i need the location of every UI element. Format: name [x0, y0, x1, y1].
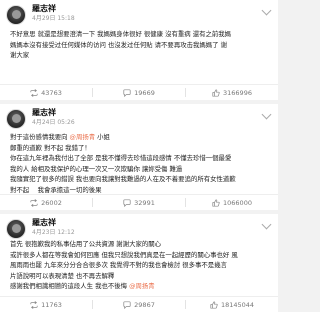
- repost-count: 11763: [41, 300, 62, 309]
- thumbs-up-icon: [210, 300, 218, 309]
- chevron-down-icon[interactable]: [261, 5, 272, 16]
- post-text: 不好意思 就還是想要澄清一下 我媽媽身体很好 很健康 沒有重病 還有之前我媽 媽…: [10, 29, 268, 71]
- post-header: 羅志祥 4月24日 05:26: [0, 104, 278, 131]
- chevron-down-icon[interactable]: [261, 109, 272, 120]
- weibo-feed: 羅志祥 4月29日 15:18 不好意思 就還是想要澄清一下 我媽媽身体很好 很…: [0, 0, 278, 312]
- like-count: 18145044: [220, 300, 255, 309]
- mention-link[interactable]: @周扬青: [129, 282, 155, 290]
- post-line: 或許很多人都在等我會如何回應 但我只想說我們真是在一起經歷的關心事也好 風: [10, 250, 238, 259]
- like-count: 1066000: [223, 198, 252, 207]
- author-name[interactable]: 羅志祥: [32, 108, 56, 118]
- post-time: 4月23日 12:12: [32, 229, 75, 236]
- post-line: 對不起 我會承擔這一切的後果: [10, 185, 102, 194]
- thumbs-up-icon: [212, 88, 220, 97]
- repost-icon: [30, 198, 38, 207]
- post-line: 感謝我們相識相戀的這段人生 我也不後悔 @周扬青: [10, 282, 155, 290]
- post-meta: 4月24日 05:26: [32, 119, 75, 127]
- comment-count: 29867: [134, 300, 155, 309]
- post-line: 對于這份感情我要向 @周扬青 小姐: [10, 133, 110, 141]
- post-time: 4月24日 05:26: [32, 119, 75, 126]
- repost-icon: [30, 88, 38, 97]
- comment-button[interactable]: 32991: [93, 199, 185, 207]
- post-text: 首先 很抱歉我的私事佔用了公共資源 謝謝大家的關心 或許很多人都在等我會如何回應…: [10, 239, 268, 294]
- comment-icon: [123, 300, 131, 309]
- chevron-down-icon[interactable]: [261, 219, 272, 230]
- avatar[interactable]: [6, 109, 26, 129]
- repost-button[interactable]: 43763: [0, 89, 92, 97]
- post-actions: 26002 32991 1066000: [0, 194, 278, 210]
- post-time: 4月29日 15:18: [32, 15, 75, 22]
- comment-count: 32991: [134, 198, 155, 207]
- comment-button[interactable]: 29867: [93, 301, 185, 309]
- post-line: 我的人 給相及我保护的心理一次又一次欺騙你 讓妳受傷 難過: [10, 164, 183, 173]
- post-line: 谢大家: [10, 51, 30, 59]
- comment-count: 19669: [134, 88, 155, 97]
- post-header: 羅志祥 4月23日 12:12: [0, 214, 278, 241]
- post-line: 我隨實犯了很多的錯誤 我也要向我讓對我難過的人在及不着要追的所有女性道歉: [10, 175, 236, 183]
- comment-icon: [123, 198, 131, 207]
- post-line: 不好意思 就還是想要澄清一下 我媽媽身体很好 很健康 沒有重病 還有之前我媽: [10, 30, 232, 38]
- author-name[interactable]: 羅志祥: [32, 218, 56, 228]
- post-text: 對于這份感情我要向 @周扬青 小姐 鄭重的道歉 對不起 我錯了！ 你在這九年裡為…: [10, 132, 268, 194]
- thumbs-up-icon: [212, 198, 220, 207]
- like-button[interactable]: 1066000: [186, 199, 278, 207]
- author-name[interactable]: 羅志祥: [32, 4, 56, 14]
- repost-button[interactable]: 11763: [0, 301, 92, 309]
- post-line: 鄭重的道歉 對不起 我錯了！: [10, 143, 91, 152]
- post-line: 媽媽本沒有接受过任何媒体的访问 也沒发过任何貼 请不要再攻击我媽媽了 谢: [10, 40, 227, 49]
- post-actions: 43763 19669 3166996: [0, 84, 278, 100]
- repost-button[interactable]: 26002: [0, 199, 92, 207]
- comment-icon: [123, 88, 131, 97]
- repost-count: 43763: [41, 88, 62, 97]
- like-button[interactable]: 3166996: [186, 89, 278, 97]
- post-meta: 4月29日 15:18: [32, 15, 75, 23]
- like-button[interactable]: 18145044: [186, 301, 278, 309]
- avatar[interactable]: [6, 219, 26, 239]
- comment-button[interactable]: 19669: [93, 89, 185, 97]
- weibo-post: 羅志祥 4月24日 05:26 對于這份感情我要向 @周扬青 小姐 鄭重的道歉 …: [0, 104, 278, 210]
- weibo-post: 羅志祥 4月29日 15:18 不好意思 就還是想要澄清一下 我媽媽身体很好 很…: [0, 0, 278, 100]
- repost-count: 26002: [41, 198, 62, 207]
- post-actions: 11763 29867 18145044: [0, 296, 278, 312]
- post-line: 片語說明可以表現清楚 也不再去解釋: [10, 271, 115, 280]
- weibo-post: 羅志祥 4月23日 12:12 首先 很抱歉我的私事佔用了公共資源 謝謝大家的關…: [0, 214, 278, 312]
- like-count: 3166996: [223, 88, 252, 97]
- repost-icon: [30, 300, 38, 309]
- post-meta: 4月23日 12:12: [32, 229, 75, 237]
- post-line: 風雨雨也罷 九年來分分合合很多次 我覺得不對的我也會檢討 很多事不是幾言: [10, 261, 227, 269]
- post-line: 首先 很抱歉我的私事佔用了公共資源 謝謝大家的關心: [10, 240, 162, 248]
- post-line: 你在這九年裡為我付出了全部 是我不懂得去珍惜這段感情 不懂去珍惜一個最愛: [10, 154, 232, 162]
- post-header: 羅志祥 4月29日 15:18: [0, 0, 278, 27]
- avatar[interactable]: [6, 5, 26, 25]
- mention-link[interactable]: @周扬青: [70, 133, 96, 141]
